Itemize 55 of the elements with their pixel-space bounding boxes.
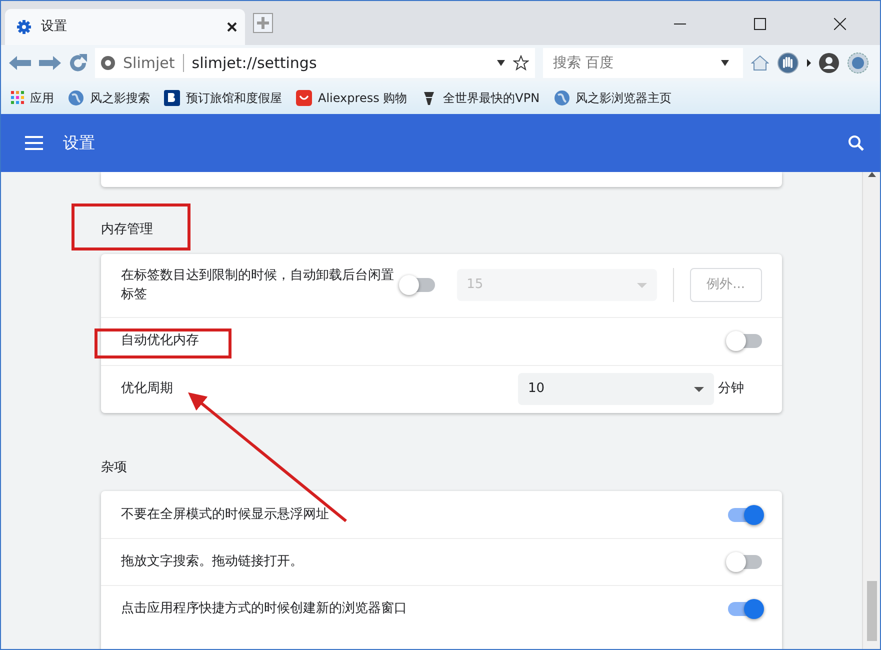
browser-tab[interactable]: 设置 <box>5 9 245 45</box>
star-icon[interactable] <box>513 55 529 71</box>
setting-label: 拖放文字搜索。拖动链接打开。 <box>121 553 303 572</box>
toggle-switch[interactable] <box>728 508 762 522</box>
setting-label: 点击应用程序快捷方式的时候创建新的浏览器窗口 <box>121 600 407 618</box>
unit-label: 分钟 <box>718 380 744 398</box>
setting-label: 优化周期 <box>121 380 173 398</box>
new-tab-icon[interactable] <box>253 13 273 33</box>
bookmark-item[interactable]: 预订旅馆和度假屋 <box>164 88 282 106</box>
close-icon[interactable] <box>227 22 237 32</box>
hand-icon[interactable] <box>777 52 799 74</box>
toggle-switch[interactable] <box>728 602 762 616</box>
menu-icon[interactable] <box>25 136 43 150</box>
gear-icon <box>17 20 31 34</box>
setting-label: 自动优化内存 <box>121 332 199 350</box>
bookmark-item[interactable]: 应用 <box>11 88 54 106</box>
dropdown-icon <box>636 282 647 288</box>
search-icon[interactable] <box>848 135 864 151</box>
toggle-switch[interactable] <box>400 278 435 292</box>
address-bar[interactable]: Slimjet slimjet://settings <box>95 48 535 78</box>
globe-icon <box>68 90 84 106</box>
bookmark-item[interactable]: Aliexpress 购物 <box>296 88 408 106</box>
bookmark-item[interactable]: 全世界最快的VPN <box>421 88 540 106</box>
url-text: slimjet://settings <box>192 52 318 74</box>
browser-icon <box>101 56 115 70</box>
dropdown-field[interactable]: 10 <box>518 373 714 405</box>
toggle-switch[interactable] <box>728 555 762 569</box>
shopping-icon <box>296 90 312 106</box>
setting-label: 不要在全屏模式的时候显示悬浮网址 <box>121 506 329 524</box>
dropdown-icon[interactable] <box>497 60 505 66</box>
search-field[interactable]: 搜索 百度 <box>551 52 721 74</box>
section-title: 内存管理 <box>101 221 153 239</box>
home-icon[interactable] <box>751 55 769 71</box>
forward-icon[interactable] <box>39 56 61 70</box>
scrollbar-thumb[interactable] <box>866 581 876 641</box>
globe-icon <box>554 90 570 106</box>
settings-icon[interactable] <box>847 52 869 74</box>
account-icon[interactable] <box>819 53 839 73</box>
search-box[interactable]: 搜索 百度 <box>543 48 743 78</box>
bookmark-item[interactable]: 风之影浏览器主页 <box>554 88 672 106</box>
site-name: Slimjet <box>123 52 175 74</box>
tab-title: 设置 <box>41 18 68 36</box>
letter-b-icon <box>164 90 180 106</box>
caret-icon[interactable] <box>807 59 811 67</box>
back-icon[interactable] <box>9 56 31 70</box>
section-title: 杂项 <box>101 458 127 476</box>
reload-icon[interactable] <box>69 54 87 72</box>
toggle-switch[interactable] <box>728 334 762 348</box>
apps-grid-icon <box>11 91 24 104</box>
header-title: 设置 <box>63 132 96 154</box>
dropdown-icon[interactable] <box>721 60 729 66</box>
bookmark-item[interactable]: 风之影搜索 <box>68 88 150 106</box>
dropdown-icon <box>694 386 704 392</box>
scrollbar[interactable] <box>862 172 880 649</box>
setting-label: 在标签数目达到限制的时候，自动卸载后台闲置标签 <box>121 266 395 304</box>
